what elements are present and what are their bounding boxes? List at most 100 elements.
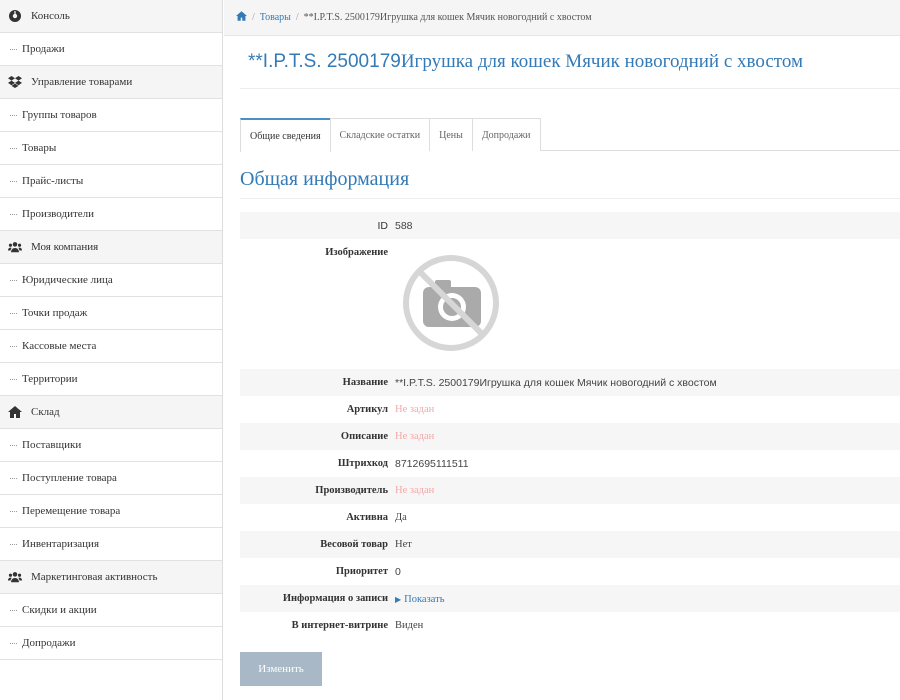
sidebar-item-label: Управление товарами bbox=[31, 76, 133, 88]
prop-label: Артикул bbox=[346, 404, 388, 415]
prop-row-description: Описание Не задан bbox=[240, 423, 900, 450]
tab-prices[interactable]: Цены bbox=[429, 118, 473, 151]
prop-row-priority: Приоритет 0 bbox=[240, 558, 900, 585]
page-title: **I.P.T.S. 2500179Игрушка для кошек Мячи… bbox=[248, 51, 803, 73]
sidebar-item-manufacturers[interactable]: Производители bbox=[0, 198, 222, 231]
sidebar-item-label: Моя компания bbox=[31, 241, 99, 253]
sidebar-item-discounts[interactable]: Скидки и акции bbox=[0, 594, 222, 627]
sidebar: Консоль Продажи Управление товарами Груп… bbox=[0, 0, 223, 700]
prop-row-weight: Весовой товар Нет bbox=[240, 531, 900, 558]
divider bbox=[240, 198, 900, 199]
sidebar-item-label: Инвентаризация bbox=[22, 538, 99, 550]
no-photo-icon bbox=[401, 253, 501, 353]
tab-general[interactable]: Общие сведения bbox=[240, 118, 331, 152]
show-record-info-link[interactable]: ▶ Показать bbox=[395, 594, 445, 605]
prop-value-article: Не задан bbox=[395, 404, 435, 415]
prop-row-barcode: Штрихкод 8712695111511 bbox=[240, 450, 900, 477]
tab-upsells[interactable]: Допродажи bbox=[471, 118, 541, 151]
sidebar-item-legal-entities[interactable]: Юридические лица bbox=[0, 264, 222, 297]
sidebar-item-label: Производители bbox=[22, 208, 95, 220]
sidebar-item-price-lists[interactable]: Прайс-листы bbox=[0, 165, 222, 198]
edit-button[interactable]: Изменить bbox=[240, 652, 322, 686]
prop-label: Приоритет bbox=[335, 566, 388, 577]
sidebar-item-points-of-sale[interactable]: Точки продаж bbox=[0, 297, 222, 330]
prop-value-record-info: ▶ Показать bbox=[395, 593, 900, 605]
prop-row-name: Название **I.P.T.S. 2500179Игрушка для к… bbox=[240, 369, 900, 396]
page-title-code: **I.P.T.S. 2500179 bbox=[248, 51, 401, 72]
sidebar-group-console[interactable]: Консоль bbox=[0, 0, 222, 33]
prop-value-weight: Нет bbox=[395, 539, 412, 550]
dropbox-icon bbox=[8, 75, 22, 89]
home-icon bbox=[8, 405, 22, 419]
sidebar-item-label: Поставщики bbox=[22, 439, 82, 451]
prop-label: Весовой товар bbox=[320, 539, 388, 550]
home-icon[interactable] bbox=[236, 11, 247, 24]
tab-bar: Общие сведения Складские остатки Цены До… bbox=[240, 118, 900, 152]
prop-value-id: 588 bbox=[395, 219, 413, 232]
sidebar-item-territories[interactable]: Территории bbox=[0, 363, 222, 396]
sidebar-item-products[interactable]: Товары bbox=[0, 132, 222, 165]
prop-value-manufacturer: Не задан bbox=[395, 485, 435, 496]
prop-label: Название bbox=[342, 377, 388, 388]
prop-label: Описание bbox=[340, 431, 388, 442]
sidebar-group-products[interactable]: Управление товарами bbox=[0, 66, 222, 99]
sidebar-group-warehouse[interactable]: Склад bbox=[0, 396, 222, 429]
sidebar-item-label: Группы товаров bbox=[22, 109, 97, 121]
divider bbox=[240, 88, 900, 89]
properties-table: ID 588 Изображение Название **I.P.T.S. 2… bbox=[240, 212, 900, 639]
sidebar-item-product-groups[interactable]: Группы товаров bbox=[0, 99, 222, 132]
prop-value-name-text: **I.P.T.S. 2500179Игрушка для кошек Мячи… bbox=[395, 376, 717, 389]
page-title-name: Игрушка для кошек Мячик новогодний с хво… bbox=[400, 51, 803, 72]
sidebar-item-inventory[interactable]: Инвентаризация bbox=[0, 528, 222, 561]
prop-value-priority: 0 bbox=[395, 565, 401, 578]
prop-row-active: Активна Да bbox=[240, 504, 900, 531]
prop-value-name: **I.P.T.S. 2500179Игрушка для кошек Мячи… bbox=[395, 377, 900, 389]
sidebar-item-label: Прайс-листы bbox=[22, 175, 84, 187]
section-title: Общая информация bbox=[240, 168, 410, 190]
prop-label: Информация о записи bbox=[282, 593, 388, 604]
prop-label: Изображение bbox=[325, 247, 388, 258]
sidebar-group-my-company[interactable]: Моя компания bbox=[0, 231, 222, 264]
breadcrumb-link-products[interactable]: Товары bbox=[260, 12, 291, 23]
prop-row-showcase: В интернет-витрине Виден bbox=[240, 612, 900, 639]
caret-right-icon: ▶ bbox=[395, 594, 402, 604]
prop-label: ID bbox=[377, 219, 389, 232]
sidebar-item-label: Маркетинговая активность bbox=[31, 571, 158, 583]
prop-label: Активна bbox=[346, 512, 388, 523]
sidebar-group-marketing[interactable]: Маркетинговая активность bbox=[0, 561, 222, 594]
breadcrumb-current: **I.P.T.S. 2500179Игрушка для кошек Мячи… bbox=[303, 12, 592, 23]
sidebar-item-suppliers[interactable]: Поставщики bbox=[0, 429, 222, 462]
sidebar-item-goods-transfer[interactable]: Перемещение товара bbox=[0, 495, 222, 528]
prop-label: Штрихкод bbox=[337, 458, 388, 469]
sidebar-item-label: Территории bbox=[22, 373, 78, 385]
prop-row-manufacturer: Производитель Не задан bbox=[240, 477, 900, 504]
sidebar-item-goods-receipt[interactable]: Поступление товара bbox=[0, 462, 222, 495]
sidebar-item-label: Консоль bbox=[31, 10, 70, 22]
dashboard-icon bbox=[8, 9, 22, 23]
prop-value-showcase: Виден bbox=[395, 620, 424, 631]
sidebar-item-sales[interactable]: Продажи bbox=[0, 33, 222, 66]
sidebar-item-label: Юридические лица bbox=[22, 274, 113, 286]
users-icon bbox=[8, 240, 22, 254]
sidebar-item-label: Скидки и акции bbox=[22, 604, 97, 616]
sidebar-item-upsells[interactable]: Допродажи bbox=[0, 627, 222, 660]
breadcrumb-separator: / bbox=[295, 12, 299, 23]
prop-value-description: Не задан bbox=[395, 431, 435, 442]
sidebar-item-label: Склад bbox=[31, 406, 60, 418]
sidebar-item-label: Поступление товара bbox=[22, 472, 117, 484]
sidebar-item-label: Точки продаж bbox=[22, 307, 88, 319]
prop-row-article: Артикул Не задан bbox=[240, 396, 900, 423]
show-link-label: Показать bbox=[404, 593, 445, 605]
sidebar-item-label: Товары bbox=[22, 142, 57, 154]
sidebar-item-label: Перемещение товара bbox=[22, 505, 121, 517]
tab-stock[interactable]: Складские остатки bbox=[329, 118, 431, 151]
prop-value-barcode: 8712695111511 bbox=[395, 457, 469, 470]
breadcrumb: / Товары / **I.P.T.S. 2500179Игрушка для… bbox=[224, 0, 900, 36]
sidebar-item-cash-registers[interactable]: Кассовые места bbox=[0, 330, 222, 363]
prop-row-record-info: Информация о записи ▶ Показать bbox=[240, 585, 900, 612]
prop-row-id: ID 588 bbox=[240, 212, 900, 239]
sidebar-item-label: Допродажи bbox=[22, 637, 76, 649]
prop-label: Производитель bbox=[315, 485, 388, 496]
users-icon bbox=[8, 570, 22, 584]
prop-label: В интернет-витрине bbox=[291, 620, 388, 631]
